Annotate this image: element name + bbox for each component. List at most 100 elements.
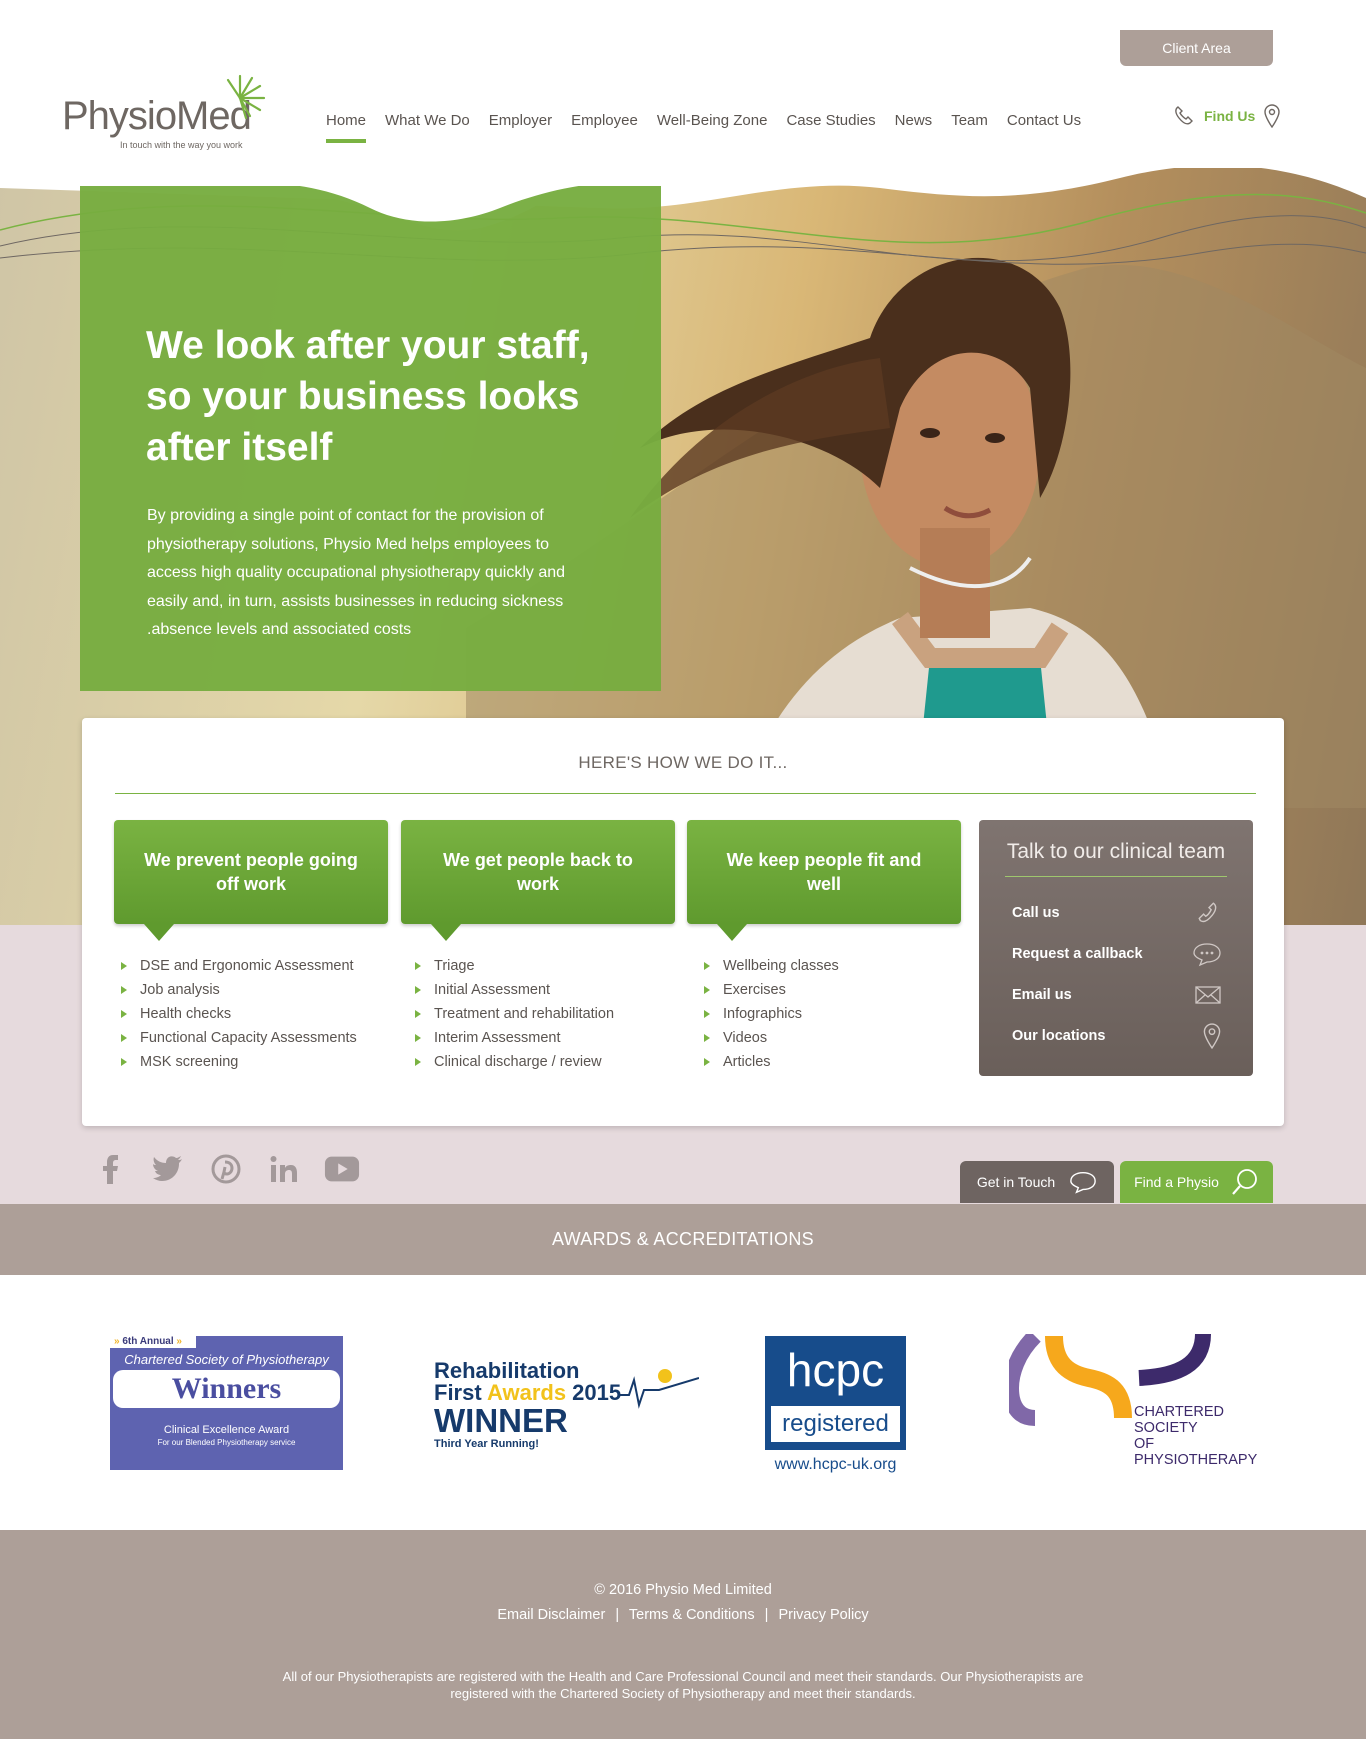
- chat-bubble-icon: [1193, 943, 1221, 967]
- list-item[interactable]: Treatment and rehabilitation: [410, 1002, 614, 1026]
- hcpc-text: hcpc: [786, 1344, 885, 1396]
- list-item[interactable]: Initial Assessment: [410, 978, 614, 1002]
- list-item[interactable]: MSK screening: [116, 1050, 357, 1074]
- hero-panel-wave: [80, 168, 661, 222]
- nav-what-we-do[interactable]: What We Do: [385, 112, 470, 143]
- email-us-label: Email us: [1012, 987, 1072, 1003]
- footer-disclaimer: All of our Physiotherapists are register…: [253, 1668, 1113, 1702]
- copyright: © 2016 Physio Med Limited: [594, 1582, 772, 1598]
- our-locations-label: Our locations: [1012, 1028, 1106, 1044]
- logo-burst-icon: [226, 74, 266, 120]
- nav-home[interactable]: Home: [326, 112, 367, 143]
- call-us-link[interactable]: Call us: [1012, 898, 1222, 928]
- csp-winners-word: Winners: [113, 1370, 340, 1408]
- email-us-link[interactable]: Email us: [1012, 980, 1222, 1010]
- footer: © 2016 Physio Med Limited Email Disclaim…: [0, 1530, 1366, 1739]
- find-a-physio-label: Find a Physio: [1134, 1174, 1219, 1190]
- hero-title: We look after your staff, so your busine…: [146, 320, 626, 473]
- search-icon: [1232, 1169, 1257, 1195]
- nav-news[interactable]: News: [895, 112, 933, 143]
- csp-winners-award: » 6th Annual » Chartered Society of Phys…: [110, 1336, 343, 1470]
- csp-award-name: Clinical Excellence Award: [163, 1424, 290, 1436]
- envelope-icon: [1195, 986, 1221, 1004]
- csp-name-line: CHARTERED: [1134, 1404, 1224, 1420]
- twitter-icon[interactable]: [150, 1152, 186, 1186]
- location-pin-icon: [1203, 1023, 1221, 1049]
- csp-name-line: OF: [1134, 1436, 1155, 1452]
- get-in-touch-button[interactable]: Get in Touch: [960, 1161, 1114, 1203]
- rehab-first-award: Rehabilitation First Awards 2015 WINNER …: [434, 1360, 699, 1460]
- list-item[interactable]: Clinical discharge / review: [410, 1050, 614, 1074]
- our-locations-link[interactable]: Our locations: [1012, 1021, 1222, 1051]
- prevent-heading-box[interactable]: We prevent people going off work: [114, 820, 388, 941]
- nav-team[interactable]: Team: [951, 112, 988, 143]
- nav-employer[interactable]: Employer: [489, 112, 552, 143]
- list-item[interactable]: Articles: [699, 1050, 839, 1074]
- list-item[interactable]: Triage: [410, 954, 614, 978]
- csp-logo: CHARTERED SOCIETY OF PHYSIOTHERAPY: [1002, 1330, 1257, 1474]
- nav-well-being-zone[interactable]: Well-Being Zone: [657, 112, 768, 143]
- back-to-work-list: Triage Initial Assessment Treatment and …: [410, 954, 614, 1074]
- logo[interactable]: PhysioMed In touch with the way you work: [62, 72, 272, 154]
- how-title: HERE'S HOW WE DO IT...: [578, 753, 788, 772]
- list-item[interactable]: Exercises: [699, 978, 839, 1002]
- find-a-physio-button[interactable]: Find a Physio: [1120, 1161, 1273, 1203]
- request-callback-link[interactable]: Request a callback: [1012, 939, 1222, 969]
- how-divider: [115, 793, 1256, 794]
- hero-title-line: We look after your staff,: [146, 324, 590, 367]
- hcpc-registered: registered: [771, 1406, 900, 1442]
- csp-annual: 6th Annual: [122, 1336, 174, 1347]
- youtube-icon[interactable]: [324, 1152, 360, 1186]
- location-pin-icon: [1264, 104, 1281, 128]
- awards-heading: AWARDS & ACCREDITATIONS: [0, 1204, 1366, 1275]
- facebook-icon[interactable]: [92, 1152, 128, 1186]
- disclaimer-line: registered with the Chartered Society of…: [450, 1686, 916, 1701]
- disclaimer-line: All of our Physiotherapists are register…: [282, 1669, 1084, 1684]
- call-us-label: Call us: [1012, 905, 1060, 921]
- footer-links: Email Disclaimer | Terms & Conditions | …: [0, 1607, 1366, 1623]
- csp-award-detail: For our Blended Physiotherapy service: [157, 1438, 296, 1447]
- request-callback-label: Request a callback: [1012, 946, 1143, 962]
- main-nav: Home What We Do Employer Employee Well-B…: [326, 112, 1100, 143]
- clinical-team-divider: [1005, 876, 1227, 877]
- hcpc-url: www.hcpc-uk.org: [774, 1456, 897, 1473]
- how-we-do-it-card: HERE'S HOW WE DO IT... We prevent people…: [82, 718, 1284, 1126]
- client-area-button[interactable]: Client Area: [1120, 30, 1273, 66]
- logo-tagline: In touch with the way you work: [120, 140, 243, 150]
- back-to-work-heading-box[interactable]: We get people back to work: [401, 820, 675, 941]
- hero-title-line: so your business looks: [146, 375, 580, 418]
- find-us-label: Find Us: [1204, 108, 1256, 124]
- phone-icon[interactable]: [1172, 104, 1196, 128]
- privacy-policy-link[interactable]: Privacy Policy: [778, 1607, 868, 1623]
- list-item[interactable]: Job analysis: [116, 978, 357, 1002]
- nav-case-studies[interactable]: Case Studies: [786, 112, 875, 143]
- csp-name-line: SOCIETY: [1134, 1420, 1198, 1436]
- list-item[interactable]: DSE and Ergonomic Assessment: [116, 954, 357, 978]
- email-disclaimer-link[interactable]: Email Disclaimer: [497, 1607, 605, 1623]
- list-item[interactable]: Functional Capacity Assessments: [116, 1026, 357, 1050]
- pinterest-icon[interactable]: [208, 1152, 244, 1186]
- nav-employee[interactable]: Employee: [571, 112, 638, 143]
- find-us-link[interactable]: Find Us: [1172, 104, 1281, 128]
- hero-text-line: physiotherapy solutions, Physio Med help…: [147, 535, 549, 553]
- csp-org: Chartered Society of Physiotherapy: [124, 1352, 329, 1367]
- list-item[interactable]: Health checks: [116, 1002, 357, 1026]
- linkedin-icon[interactable]: [266, 1152, 302, 1186]
- hero-text-line: access high quality occupational physiot…: [147, 564, 566, 581]
- list-item[interactable]: Videos: [699, 1026, 839, 1050]
- footer-separator: |: [615, 1607, 620, 1623]
- clinical-team-panel: Talk to our clinical team Call us Reques…: [979, 820, 1253, 1076]
- terms-link[interactable]: Terms & Conditions: [629, 1607, 755, 1623]
- list-item[interactable]: Interim Assessment: [410, 1026, 614, 1050]
- csp-name-line: PHYSIOTHERAPY: [1134, 1452, 1258, 1468]
- rehab-year: 2015: [566, 1380, 622, 1405]
- fit-and-well-heading-box[interactable]: We keep people fit and well: [687, 820, 961, 941]
- hero-text-line: By providing a single point of contact f…: [147, 507, 544, 524]
- phone-icon: [1198, 902, 1217, 923]
- list-item[interactable]: Infographics: [699, 1002, 839, 1026]
- hero-title-line: after itself: [146, 426, 333, 469]
- nav-contact-us[interactable]: Contact Us: [1007, 112, 1081, 143]
- footer-separator: |: [764, 1607, 769, 1623]
- hcpc-registered-logo: hcpc registered www.hcpc-uk.org: [765, 1336, 906, 1476]
- list-item[interactable]: Wellbeing classes: [699, 954, 839, 978]
